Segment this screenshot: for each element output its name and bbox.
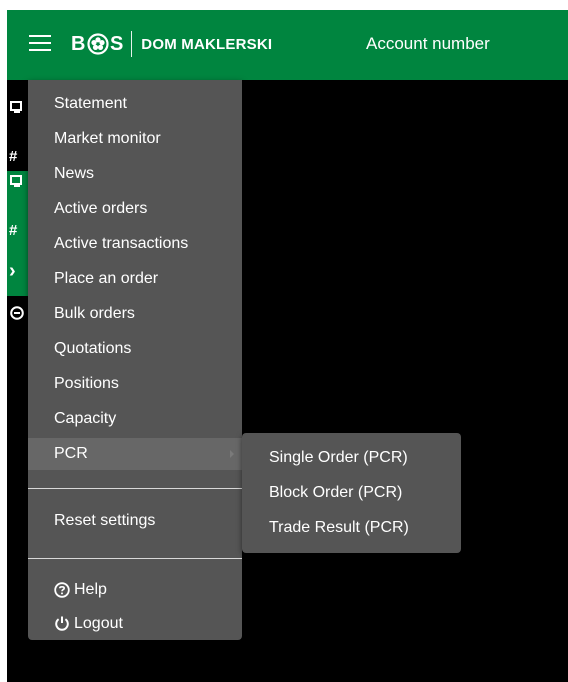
submenu-item-label: Single Order (PCR): [269, 449, 408, 466]
pcr-submenu: Single Order (PCR) Block Order (PCR) Tra…: [242, 433, 461, 553]
menu-item-pcr[interactable]: PCR: [28, 438, 242, 470]
menu-item-place-an-order[interactable]: Place an order: [28, 263, 242, 295]
menu-divider: [28, 558, 242, 559]
menu-item-label: Active orders: [54, 200, 148, 217]
submenu-item-single-order-pcr[interactable]: Single Order (PCR): [242, 441, 461, 475]
menu-item-statement[interactable]: Statement: [28, 88, 242, 120]
logo-brand-text: DOM MAKLERSKI: [141, 35, 273, 53]
menu-item-label: Help: [74, 581, 107, 598]
menu-item-label: Place an order: [54, 270, 159, 287]
menu-item-label: Positions: [54, 375, 119, 392]
menu-item-active-transactions[interactable]: Active transactions: [28, 228, 242, 260]
menu-divider: [28, 488, 242, 489]
menu-item-bulk-orders[interactable]: Bulk orders: [28, 298, 242, 330]
help-icon: [54, 582, 70, 598]
menu-item-label: Active transactions: [54, 235, 189, 252]
submenu-item-label: Block Order (PCR): [269, 484, 403, 501]
menu-item-active-orders[interactable]: Active orders: [28, 193, 242, 225]
menu-item-label: Reset settings: [54, 512, 156, 529]
submenu-item-block-order-pcr[interactable]: Block Order (PCR): [242, 476, 461, 510]
menu-item-logout[interactable]: Logout: [28, 608, 242, 640]
menu-item-label: Statement: [54, 95, 127, 112]
power-icon: [55, 616, 69, 631]
submenu-item-label: Trade Result (PCR): [269, 519, 409, 536]
menu-item-news[interactable]: News: [28, 158, 242, 190]
menu-item-label: Capacity: [54, 410, 117, 427]
logo-flower-icon: [87, 33, 109, 55]
app-window: B S DOM MAKLERSKI Account number # # › S…: [7, 10, 568, 682]
menu-item-label: Quotations: [54, 340, 132, 357]
menu-item-label: News: [54, 165, 95, 182]
menu-item-market-monitor[interactable]: Market monitor: [28, 123, 242, 155]
menu-item-positions[interactable]: Positions: [28, 368, 242, 400]
logo-letter-s: S: [109, 32, 124, 55]
menu-item-capacity[interactable]: Capacity: [28, 403, 242, 435]
add-circle-icon[interactable]: [10, 306, 24, 320]
menu-item-quotations[interactable]: Quotations: [28, 333, 242, 365]
account-number-label[interactable]: Account number: [366, 34, 490, 54]
top-bar: B S DOM MAKLERSKI Account number: [7, 10, 568, 80]
menu-item-label: Market monitor: [54, 130, 161, 147]
hamburger-menu-icon[interactable]: [29, 34, 51, 52]
menu-item-label: Logout: [74, 615, 123, 632]
logo-letter-b: B: [71, 32, 86, 55]
menu-item-label: Bulk orders: [54, 305, 135, 322]
main-dropdown-menu: Statement Market monitor News Active ord…: [28, 80, 242, 640]
logo-separator: [131, 31, 133, 57]
submenu-item-trade-result-pcr[interactable]: Trade Result (PCR): [242, 511, 461, 545]
monitor-icon[interactable]: [10, 175, 24, 189]
menu-item-reset-settings[interactable]: Reset settings: [28, 503, 242, 539]
brand-logo[interactable]: B S DOM MAKLERSKI: [71, 30, 272, 58]
menu-item-help[interactable]: Help: [28, 574, 242, 606]
monitor-icon[interactable]: [10, 101, 24, 115]
caret-right-icon: [230, 450, 234, 458]
menu-item-label: PCR: [54, 445, 88, 462]
